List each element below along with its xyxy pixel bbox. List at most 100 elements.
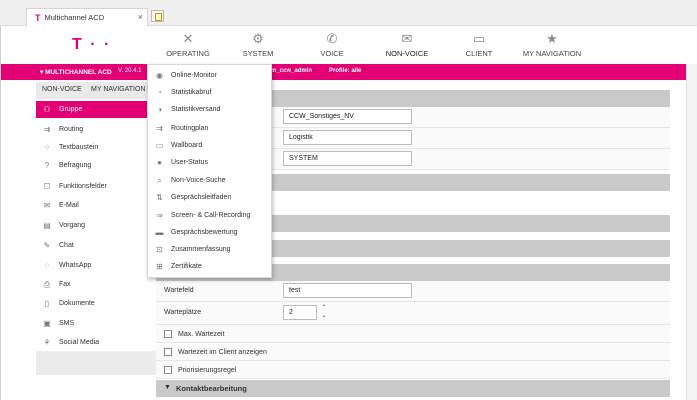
sidebar-item-dokumente[interactable]: ▯ Dokumente (36, 295, 156, 312)
menu-item-gespraechsbewertung[interactable]: ▬ Gesprächsbewertung (148, 224, 271, 241)
owner-input[interactable] (283, 151, 412, 166)
quantity-stepper[interactable]: ⌃ ⌄ (320, 304, 328, 322)
warteplaetze-label: Warteplätze (164, 309, 202, 316)
nav-item-system[interactable]: ⚙ SYSTEM (223, 32, 293, 59)
sidebar-item-label: Vorgang (59, 222, 86, 229)
menu-item-label: Wallboard (171, 142, 203, 149)
sidebar-item-label: E-Mail (59, 202, 79, 209)
menu-item-label: Routingplan (171, 125, 209, 132)
priorisierungsregel-checkbox[interactable] (164, 366, 172, 374)
browser-tab-bar: T Multichannel ACD × (0, 0, 697, 26)
menu-item-label: Online-Monitor (171, 72, 217, 79)
profile-label: Profile: alle (329, 68, 362, 74)
sidebar-item-routing[interactable]: ⇉ Routing (36, 121, 156, 138)
nav-item-non-voice[interactable]: ✉ NON-VOICE (372, 31, 442, 59)
vertical-scrollbar[interactable] (686, 64, 697, 400)
tab-my-navigation[interactable]: MY NAVIGATION (91, 86, 145, 93)
rating-icon: ▬ (155, 228, 164, 237)
sidebar-item-label: Gruppe (59, 106, 83, 113)
app-title[interactable]: ▾ MULTICHANNEL ACD (40, 68, 112, 76)
top-navigation: T · · ✕ OPERATING ⚙ SYSTEM ✆ VOICE ✉ NON… (0, 26, 697, 64)
tab-title: Multichannel ACD (44, 13, 105, 22)
nav-label: OPERATING (166, 49, 210, 58)
menu-item-non-voice-suche[interactable]: ⌕ Non-Voice-Suche (148, 172, 271, 189)
sidebar-item-label: Social Media (59, 339, 100, 346)
menu-item-gespraechsleitfaden[interactable]: ⇅ Gesprächsleitfaden (148, 189, 271, 206)
monitor-icon: ▭ (472, 31, 486, 46)
sidebar-item-label: Funktionsfelder (59, 183, 107, 190)
wartefeld-input[interactable] (283, 283, 412, 298)
sidebar-item-gruppe[interactable]: ⚇ Gruppe (36, 101, 156, 118)
menu-item-label: Gesprächsbewertung (171, 229, 238, 236)
form-row-wartefeld: Wartefeld (156, 281, 670, 302)
routing-icon: ⇉ (43, 125, 51, 134)
nav-label: CLIENT (465, 49, 493, 58)
nav-label: MY NAVIGATION (522, 49, 582, 58)
sidebar-item-fax[interactable]: ⎙ Fax (36, 276, 156, 293)
sidebar-item-label: Routing (59, 126, 84, 133)
sidebar-item-chat[interactable]: ✎ Chat (36, 237, 156, 254)
nav-item-voice[interactable]: ✆ VOICE (297, 32, 367, 59)
sidebar-item-social-media[interactable]: ⚘ Social Media (36, 334, 156, 351)
text-block-icon: ⁘ (43, 143, 51, 152)
menu-item-wallboard[interactable]: ▭ Wallboard (148, 137, 271, 154)
sidebar-item-textbaustein[interactable]: ⁘ Textbaustein (36, 139, 156, 156)
whatsapp-icon: ◌ (44, 261, 50, 270)
chevron-up-icon[interactable]: ⌃ (320, 304, 328, 312)
menu-item-label: Zertifikate (171, 263, 202, 270)
routing-plan-icon: ⇉ (156, 124, 163, 133)
menu-item-user-status[interactable]: ● User-Status (148, 154, 271, 171)
sidebar-item-whatsapp[interactable]: ◌ WhatsApp (36, 257, 156, 274)
warteplaetze-input[interactable] (283, 305, 317, 320)
menu-item-label: User-Status (171, 159, 208, 166)
sidebar-item-email[interactable]: ✉ E-Mail (36, 197, 156, 214)
checkbox-row: Max. Wartezeit (156, 325, 670, 343)
menu-item-recording[interactable]: ⇒ Screen- & Call-Recording (148, 207, 271, 224)
close-icon[interactable]: × (138, 12, 143, 22)
menu-item-routingplan[interactable]: ⇉ Routingplan (148, 120, 271, 137)
sidebar-item-vorgang[interactable]: ▤ Vorgang (36, 217, 156, 234)
menu-item-label: Statistikversand (171, 106, 221, 113)
document-icon: ▯ (44, 299, 50, 308)
section-kontaktbearbeitung[interactable]: ▼ Kontaktbearbeitung (156, 380, 670, 397)
sidebar-item-funktionsfelder[interactable]: ☐ Funktionsfelder (36, 178, 156, 195)
sidebar-item-befragung[interactable]: ? Befragung (36, 157, 156, 174)
menu-item-statistikversand[interactable]: ◑ Statistikversand (148, 101, 271, 118)
telekom-brand-logo: T · · (72, 36, 112, 53)
checkbox-label: Wartezeit im Client anzeigen (178, 349, 267, 356)
operating-dropdown-menu: ◉ Online-Monitor ◔ Statistikabruf ◑ Stat… (147, 64, 272, 278)
sms-icon: ▣ (43, 319, 51, 328)
checkbox-label: Max. Wartezeit (178, 331, 225, 338)
sidebar-item-label: Befragung (59, 162, 92, 169)
tab-non-voice[interactable]: NON-VOICE (42, 86, 82, 93)
menu-item-label: Non-Voice-Suche (171, 177, 226, 184)
checkbox-label: Priorisierungsregel (178, 367, 237, 374)
nav-item-operating[interactable]: ✕ OPERATING (153, 32, 223, 59)
nav-item-client[interactable]: ▭ CLIENT (444, 31, 514, 59)
sidebar-item-sms[interactable]: ▣ SMS (36, 315, 156, 332)
sidebar-footer (36, 351, 156, 375)
menu-item-zertifikate[interactable]: ⊞ Zertifikate (148, 258, 271, 275)
category-input[interactable] (283, 130, 412, 145)
star-icon: ★ (546, 31, 558, 46)
browser-tab[interactable]: T Multichannel ACD × (26, 8, 148, 26)
menu-item-label: Gesprächsleitfaden (171, 194, 232, 201)
checkbox-row: Priorisierungsregel (156, 361, 670, 379)
search-icon: ⌕ (157, 175, 162, 185)
max-wartezeit-checkbox[interactable] (164, 330, 172, 338)
sidebar-item-label: WhatsApp (59, 262, 92, 269)
chevron-down-icon[interactable]: ⌄ (320, 312, 328, 320)
menu-item-zusammenfassung[interactable]: ⊡ Zusammenfassung (148, 241, 271, 258)
envelope-icon: ✉ (401, 31, 413, 46)
new-tab-icon[interactable] (151, 10, 164, 22)
form-row-warteplaetze: Warteplätze ⌃ ⌄ (156, 302, 670, 325)
wartezeit-client-checkbox[interactable] (164, 348, 172, 356)
pie-chart-icon: ◔ (157, 88, 162, 97)
wartefeld-label: Wartefeld (164, 287, 194, 294)
nav-item-my-navigation[interactable]: ★ MY NAVIGATION (517, 31, 587, 59)
stats-send-icon: ◑ (157, 105, 162, 114)
eye-icon: ◉ (156, 71, 163, 80)
menu-item-statistikabruf[interactable]: ◔ Statistikabruf (148, 84, 271, 101)
name-input[interactable] (283, 109, 412, 124)
menu-item-online-monitor[interactable]: ◉ Online-Monitor (148, 67, 271, 84)
